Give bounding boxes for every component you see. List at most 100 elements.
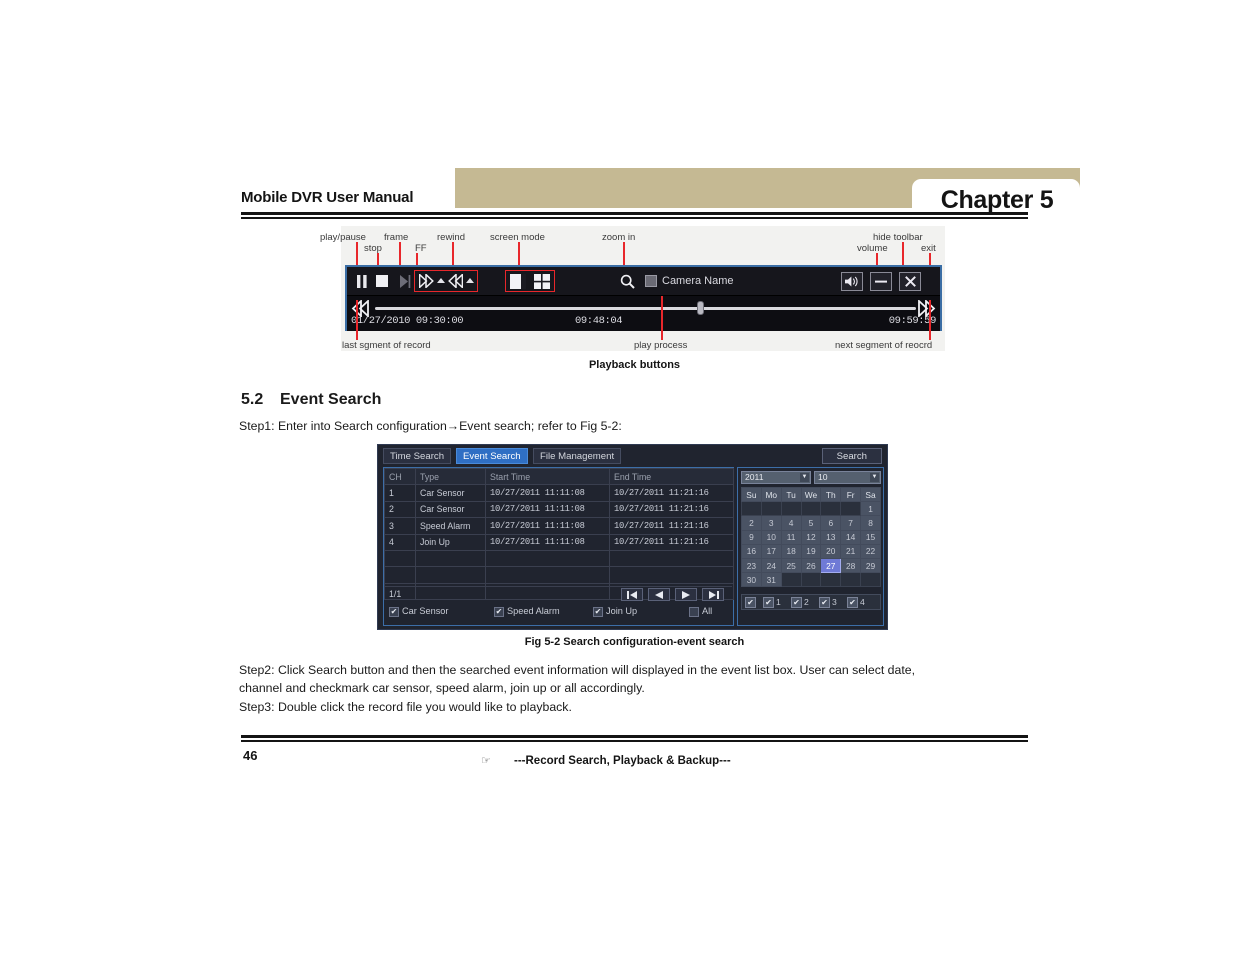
filter-checkbox-speed-alarm[interactable] — [494, 607, 504, 617]
previous-page-icon[interactable] — [648, 588, 670, 601]
calendar-day[interactable]: 23 — [741, 557, 762, 574]
calendar-day[interactable]: 14 — [840, 529, 862, 545]
camera-name-checkbox[interactable] — [644, 272, 657, 290]
cell-ch: 3 — [384, 517, 416, 535]
filter-checkbox-car-sensor[interactable] — [389, 607, 399, 617]
calendar-day[interactable] — [860, 572, 881, 588]
year-select[interactable]: 2011 ▼ — [741, 471, 811, 484]
frame-step-icon[interactable] — [398, 272, 412, 290]
calendar-day[interactable]: 31 — [760, 572, 782, 588]
calendar-day[interactable]: 21 — [840, 543, 862, 559]
channel-checkbox-1[interactable] — [763, 597, 774, 608]
table-row[interactable]: 4 Join Up 10/27/2011 11:11:08 10/27/2011… — [384, 533, 734, 551]
calendar-day[interactable]: 24 — [760, 557, 782, 574]
calendar-day[interactable] — [800, 572, 822, 588]
calendar-week-row: 16 17 18 19 20 21 22 — [741, 543, 881, 559]
cell-end-time: 10/27/2011 11:21:16 — [609, 484, 734, 502]
calendar-day[interactable]: 7 — [840, 515, 862, 531]
calendar-day[interactable]: 11 — [780, 529, 802, 545]
footer-rule-bottom — [241, 740, 1028, 742]
calendar-day[interactable]: 5 — [800, 515, 822, 531]
speaker-icon[interactable] — [841, 272, 863, 291]
calendar-day[interactable]: 13 — [820, 529, 842, 545]
calendar-day[interactable]: 17 — [760, 543, 782, 559]
table-row[interactable]: 2 Car Sensor 10/27/2011 11:11:08 10/27/2… — [384, 500, 734, 519]
timeline-current-label: 09:48:04 — [575, 315, 623, 327]
table-row[interactable] — [384, 549, 734, 568]
calendar-day-selected[interactable]: 27 — [820, 557, 842, 574]
calendar-day[interactable] — [840, 501, 862, 517]
month-select[interactable]: 10 ▼ — [814, 471, 881, 484]
calendar-day[interactable]: 20 — [820, 543, 842, 559]
weekday-fr: Fr — [840, 486, 862, 503]
calendar-day[interactable] — [820, 501, 842, 517]
tab-file-management[interactable]: File Management — [533, 448, 622, 464]
filter-checkbox-all[interactable] — [689, 607, 699, 617]
section-title: Event Search — [280, 391, 382, 408]
last-page-icon[interactable] — [702, 588, 724, 601]
calendar-day[interactable]: 8 — [860, 515, 881, 531]
annotation-hide-toolbar: hide toolbar — [873, 232, 923, 243]
first-page-icon[interactable] — [621, 588, 643, 601]
calendar-day[interactable]: 22 — [860, 543, 881, 559]
leader-line-play-pause — [356, 242, 358, 265]
magnifier-icon[interactable] — [619, 272, 635, 290]
calendar-day[interactable]: 10 — [760, 529, 782, 545]
calendar-day[interactable]: 25 — [780, 557, 802, 574]
calendar-day[interactable]: 29 — [860, 557, 881, 574]
table-row[interactable]: 1 Car Sensor 10/27/2011 11:11:08 10/27/2… — [384, 484, 734, 502]
calendar-day[interactable] — [840, 572, 862, 588]
chevron-down-icon[interactable]: ▼ — [870, 473, 879, 482]
playback-progress-track[interactable] — [375, 307, 916, 310]
calendar-day[interactable] — [760, 501, 782, 517]
calendar-day[interactable]: 19 — [800, 543, 822, 559]
calendar-day[interactable] — [780, 572, 802, 588]
leader-line-screen-mode — [518, 242, 520, 265]
calendar-day[interactable] — [780, 501, 802, 517]
leader-line-hide-toolbar — [902, 242, 904, 265]
column-header-type: Type — [415, 467, 486, 486]
channel-checkbox-all[interactable] — [745, 597, 756, 608]
manual-page: Mobile DVR User Manual Chapter 5 play/pa… — [0, 0, 1235, 954]
filter-label-speed-alarm: Speed Alarm — [507, 606, 560, 616]
playback-progress-thumb[interactable] — [697, 301, 704, 315]
cell-type — [415, 549, 486, 568]
tab-event-search[interactable]: Event Search — [456, 448, 528, 464]
calendar-day[interactable]: 2 — [741, 515, 762, 531]
calendar-day[interactable] — [800, 501, 822, 517]
calendar-day[interactable]: 1 — [860, 501, 881, 517]
calendar-day[interactable]: 28 — [840, 557, 862, 574]
calendar-day[interactable] — [820, 572, 842, 588]
next-page-icon[interactable] — [675, 588, 697, 601]
table-row[interactable]: 3 Speed Alarm 10/27/2011 11:11:08 10/27/… — [384, 517, 734, 535]
filter-checkbox-join-up[interactable] — [593, 607, 603, 617]
calendar-day[interactable]: 3 — [760, 515, 782, 531]
leader-line-next-segment — [929, 300, 931, 340]
calendar-day[interactable]: 18 — [780, 543, 802, 559]
calendar-day[interactable]: 16 — [741, 543, 762, 559]
close-icon[interactable] — [899, 272, 921, 291]
calendar-day[interactable]: 4 — [780, 515, 802, 531]
footer-text: ---Record Search, Playback & Backup--- — [514, 755, 731, 767]
step1-text: Step1: Enter into Search configuration→E… — [239, 419, 622, 433]
cell-type: Car Sensor — [415, 500, 486, 519]
calendar-day[interactable]: 12 — [800, 529, 822, 545]
tab-time-search[interactable]: Time Search — [383, 448, 452, 464]
calendar-day[interactable] — [741, 501, 762, 517]
channel-checkbox-2[interactable] — [791, 597, 802, 608]
calendar-day[interactable]: 26 — [800, 557, 822, 574]
table-row[interactable] — [384, 566, 734, 584]
calendar-day[interactable]: 6 — [820, 515, 842, 531]
stop-icon[interactable] — [375, 272, 389, 290]
channel-checkbox-4[interactable] — [847, 597, 858, 608]
pause-icon[interactable] — [355, 272, 369, 290]
calendar-day[interactable]: 15 — [860, 529, 881, 545]
calendar-day[interactable]: 30 — [741, 572, 762, 588]
search-button[interactable]: Search — [821, 448, 882, 464]
channel-checkbox-3[interactable] — [819, 597, 830, 608]
calendar-day[interactable]: 9 — [741, 529, 762, 545]
step3-text: Step3: Double click the record file you … — [239, 700, 572, 714]
cell-end-time: 10/27/2011 11:21:16 — [609, 533, 734, 551]
minimize-icon[interactable] — [870, 272, 892, 291]
chevron-down-icon[interactable]: ▼ — [800, 473, 809, 482]
